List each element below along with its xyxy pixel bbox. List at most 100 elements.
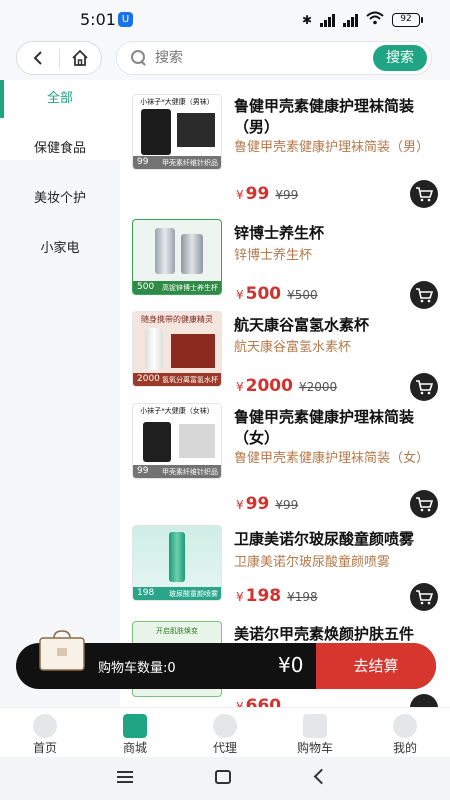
tab-label: 代理 <box>212 741 237 755</box>
home-system-button[interactable] <box>215 770 231 784</box>
recents-button[interactable] <box>117 771 133 783</box>
back-system-button[interactable] <box>313 768 330 785</box>
add-to-cart-button[interactable] <box>410 583 438 611</box>
thumb-header: 小袜子*大健康（女袜） <box>140 407 214 415</box>
tab-agent[interactable]: 代理 <box>180 708 270 757</box>
currency-symbol: ¥ <box>236 700 244 707</box>
shopping-bag-icon[interactable] <box>38 630 86 672</box>
cart-icon <box>416 497 433 512</box>
cup-image <box>155 228 175 274</box>
product-item[interactable]: 小袜子*大健康（女袜） 99 甲壳素纤维针织品 鲁健甲壳素健康护理袜简装（女） … <box>120 394 450 518</box>
tab-home[interactable]: 首页 <box>0 708 90 757</box>
product-price: ¥99 ¥99 <box>236 184 298 204</box>
tab-label: 购物车 <box>296 741 333 755</box>
currency-symbol: ¥ <box>236 498 244 512</box>
app-notification-icon: U <box>118 12 133 27</box>
tab-label: 我的 <box>392 741 417 755</box>
thumb-price: 99 <box>137 157 149 167</box>
sidebar-item-label: 小家电 <box>40 241 80 256</box>
back-button[interactable] <box>17 42 59 74</box>
add-to-cart-button[interactable] <box>410 490 438 518</box>
tab-label: 首页 <box>32 741 57 755</box>
thumb-price: 99 <box>137 466 149 476</box>
product-item[interactable]: 随身携带的健康精灵 2000 氢氧分离富氢水杯 航天康谷富氢水素杯 航天康谷富氢… <box>120 302 450 401</box>
product-price: ¥198 ¥198 <box>236 586 318 606</box>
thumb-price: 198 <box>137 588 155 598</box>
product-title: 鲁健甲壳素健康护理袜简装（女） <box>234 408 415 447</box>
product-title: 美诺尔甲壳素焕颜护肤五件 <box>234 625 415 643</box>
product-title: 卫康美诺尔玻尿酸童颜喷雾 <box>234 530 415 548</box>
product-title: 航天康谷富氢水素杯 <box>234 316 370 334</box>
nav-capsule <box>16 41 102 75</box>
product-price: ¥2000 ¥2000 <box>236 376 337 396</box>
thumb-tag: 玻尿酸童颜喷雾 <box>169 590 218 598</box>
product-title: 鲁健甲壳素健康护理袜简装（男） <box>234 97 415 136</box>
sock-image <box>141 109 171 155</box>
sidebar-item-appliances[interactable]: 小家电 <box>0 230 120 280</box>
product-subtitle: 鲁健甲壳素健康护理袜简装（女） <box>234 451 430 466</box>
tab-mall[interactable]: 商城 <box>90 708 180 757</box>
price-value: 99 <box>245 494 270 514</box>
box-image <box>177 113 215 147</box>
price-value: 198 <box>245 586 282 606</box>
cup-image-2 <box>181 234 203 274</box>
bottom-tab-bar: 首页 商城 代理 购物车 我的 <box>0 707 450 757</box>
price-value: 660 <box>245 696 282 707</box>
signal-icon-2 <box>343 13 358 27</box>
search-input[interactable] <box>155 50 373 66</box>
currency-symbol: ¥ <box>236 590 244 604</box>
product-subtitle: 鲁健甲壳素健康护理袜简装（男） <box>234 140 430 155</box>
bluetooth-icon: ✱ <box>301 12 312 27</box>
original-price: ¥198 <box>287 590 318 604</box>
cart-icon <box>416 380 433 395</box>
product-thumbnail: 198 玻尿酸童颜喷雾 <box>132 525 222 601</box>
product-price: ¥660 <box>236 696 281 707</box>
search-button[interactable]: 搜索 <box>373 45 427 71</box>
spray-bottle-image <box>169 532 185 582</box>
product-thumbnail: 随身携带的健康精灵 2000 氢氧分离富氢水杯 <box>132 311 222 387</box>
system-navigation-bar <box>0 757 450 800</box>
checkout-button[interactable]: 去结算 <box>316 643 436 689</box>
box-image <box>171 334 215 368</box>
original-price: ¥2000 <box>298 380 338 394</box>
currency-symbol: ¥ <box>236 288 244 302</box>
thumb-header: 随身携带的健康精灵 <box>141 315 213 324</box>
product-subtitle: 锌博士养生杯 <box>234 248 313 263</box>
price-value: 500 <box>245 284 282 304</box>
bottle-image <box>145 328 163 370</box>
product-price: ¥99 ¥99 <box>236 494 298 514</box>
mall-page: 5:01 U ✱ 92 搜索 全部 <box>0 0 450 800</box>
status-bar: 5:01 U ✱ 92 <box>0 0 450 40</box>
box-image <box>179 424 215 458</box>
add-to-cart-button[interactable] <box>410 694 438 707</box>
sidebar-item-health-food[interactable]: 保健食品 <box>0 130 120 180</box>
status-icons: ✱ 92 <box>301 11 423 28</box>
category-sidebar: 全部 保健食品 美妆个护 小家电 <box>0 80 120 707</box>
home-button[interactable] <box>60 42 102 74</box>
cart-icon <box>416 187 433 202</box>
original-price: ¥500 <box>287 288 318 302</box>
sidebar-item-beauty[interactable]: 美妆个护 <box>0 180 120 230</box>
search-bar: 搜索 <box>116 41 432 75</box>
product-item[interactable]: 小袜子*大健康（男袜） 99 甲壳素纤维针织品 鲁健甲壳素健康护理袜简装（男） … <box>120 80 450 208</box>
status-time: 5:01 <box>80 10 116 29</box>
currency-symbol: ¥ <box>236 380 244 394</box>
cart-icon <box>303 714 327 738</box>
sock-image <box>143 422 171 462</box>
thumb-tag: 高铌锌博士养生杯 <box>162 284 218 292</box>
cart-icon <box>416 288 433 303</box>
thumb-header: 开启肌肤焕变 <box>156 627 198 635</box>
sidebar-item-label: 保健食品 <box>33 141 86 156</box>
product-item[interactable]: 500 高铌锌博士养生杯 锌博士养生杯 锌博士养生杯 ¥500 ¥500 <box>120 210 450 309</box>
thumb-price: 2000 <box>137 374 160 384</box>
product-subtitle: 卫康美诺尔玻尿酸童颜喷雾 <box>234 555 391 570</box>
product-thumbnail: 小袜子*大健康（男袜） 99 甲壳素纤维针织品 <box>132 94 222 170</box>
add-to-cart-button[interactable] <box>410 180 438 208</box>
sidebar-item-label: 美妆个护 <box>33 191 86 206</box>
tab-mine[interactable]: 我的 <box>360 708 450 757</box>
diamond-icon <box>213 714 237 738</box>
product-item[interactable]: 198 玻尿酸童颜喷雾 卫康美诺尔玻尿酸童颜喷雾 卫康美诺尔玻尿酸童颜喷雾 ¥1… <box>120 516 450 611</box>
search-icon <box>131 50 147 66</box>
signal-icon <box>320 13 335 27</box>
tab-cart[interactable]: 购物车 <box>270 708 360 757</box>
